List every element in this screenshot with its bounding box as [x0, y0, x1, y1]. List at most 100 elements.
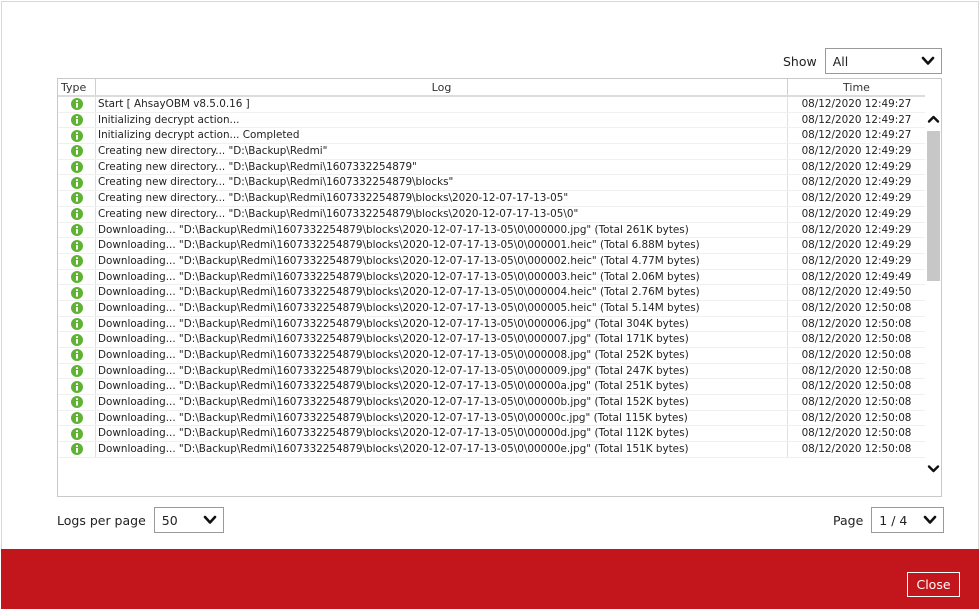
table-row[interactable]: Creating new directory... "D:\Backup\Red…: [58, 191, 925, 207]
column-header-time[interactable]: Time: [788, 79, 925, 96]
row-time-cell: 08/12/2020 12:50:08: [801, 380, 912, 393]
table-row[interactable]: Downloading... "D:\Backup\Redmi\16073322…: [58, 379, 925, 396]
table-row[interactable]: Start [ AhsayOBM v8.5.0.16 ] 08/12/2020 1…: [58, 97, 925, 113]
table-row[interactable]: Downloading... "D:\Backup\Redmi\16073322…: [58, 222, 925, 239]
row-time-cell: 08/12/2020 12:49:29: [801, 207, 912, 220]
row-log-cell: Downloading... "D:\Backup\Redmi\16073322…: [96, 442, 788, 457]
row-type-cell: [58, 206, 96, 222]
row-time-cell: 08/12/2020 12:50:08: [801, 427, 912, 440]
row-time-cell: 08/12/2020 12:50:08: [801, 364, 912, 377]
info-icon: [70, 365, 83, 378]
row-type-cell: [58, 410, 96, 426]
row-time-cell: 08/12/2020 12:50:08: [801, 443, 912, 456]
row-type-cell: [58, 97, 96, 112]
pagination: Page 1 / 4: [833, 507, 945, 533]
row-time-cell: 08/12/2020 12:50:08: [801, 317, 912, 330]
show-label: Show: [783, 53, 817, 69]
row-log-cell: Downloading... "D:\Backup\Redmi\16073322…: [96, 426, 788, 442]
table-row[interactable]: Downloading... "D:\Backup\Redmi\16073322…: [58, 442, 925, 458]
show-dropdown[interactable]: All: [824, 48, 942, 74]
table-row[interactable]: Downloading... "D:\Backup\Redmi\16073322…: [58, 332, 925, 348]
table-row[interactable]: Downloading... "D:\Backup\Redmi\16073322…: [58, 285, 925, 301]
table-row[interactable]: Downloading... "D:\Backup\Redmi\16073322…: [58, 238, 925, 254]
scrollbar-thumb[interactable]: [927, 131, 940, 281]
row-log-cell: Creating new directory... "D:\Backup\Red…: [96, 159, 788, 175]
table-row[interactable]: Creating new directory... "D:\Backup\Red…: [58, 206, 925, 223]
table-row[interactable]: Downloading... "D:\Backup\Redmi\16073322…: [58, 363, 925, 380]
table-body: Start [ AhsayOBM v8.5.0.16 ] 08/12/2020 1…: [58, 97, 925, 458]
table-header: Type Log Time: [58, 79, 925, 96]
table-row[interactable]: Creating new directory... "D:\Backup\Red…: [58, 144, 925, 160]
row-time-cell: 08/12/2020 12:50:08: [801, 301, 912, 314]
scroll-up-icon[interactable]: [927, 113, 940, 126]
table-row[interactable]: Downloading... "D:\Backup\Redmi\16073322…: [58, 316, 925, 333]
table-row[interactable]: Creating new directory... "D:\Backup\Red…: [58, 159, 925, 176]
row-log-cell: Downloading... "D:\Backup\Redmi\16073322…: [96, 410, 788, 426]
info-icon: [70, 333, 83, 346]
row-log-cell: Downloading... "D:\Backup\Redmi\16073322…: [96, 253, 788, 269]
row-time-cell: 08/12/2020 12:49:27: [801, 129, 912, 142]
row-time-cell: 08/12/2020 12:49:29: [801, 192, 912, 205]
row-type-cell: [58, 253, 96, 269]
row-log-cell: Downloading... "D:\Backup\Redmi\16073322…: [96, 238, 788, 253]
row-log-cell: Downloading... "D:\Backup\Redmi\16073322…: [96, 363, 788, 379]
row-time-cell: 08/12/2020 12:49:29: [801, 239, 912, 252]
info-icon: [70, 286, 83, 299]
table-row[interactable]: Downloading... "D:\Backup\Redmi\16073322…: [58, 395, 925, 411]
column-header-type[interactable]: Type: [58, 79, 96, 96]
info-icon: [70, 412, 83, 425]
table-row[interactable]: Downloading... "D:\Backup\Redmi\16073322…: [58, 253, 925, 270]
row-type-cell: [58, 238, 96, 253]
row-time-cell: 08/12/2020 12:50:08: [801, 333, 912, 346]
info-icon: [70, 396, 83, 409]
table-row[interactable]: Downloading... "D:\Backup\Redmi\16073322…: [58, 348, 925, 364]
info-icon: [70, 427, 83, 440]
info-icon: [70, 380, 83, 393]
info-icon: [70, 176, 83, 189]
info-icon: [70, 114, 83, 127]
column-header-log[interactable]: Log: [96, 79, 788, 96]
row-time-cell: 08/12/2020 12:49:27: [801, 98, 912, 110]
row-log-cell: Start [ AhsayOBM v8.5.0.16 ]: [96, 97, 788, 112]
info-icon: [70, 161, 83, 174]
table-row[interactable]: Downloading... "D:\Backup\Redmi\16073322…: [58, 269, 925, 286]
table-row[interactable]: Creating new directory... "D:\Backup\Red…: [58, 175, 925, 192]
logs-per-page-dropdown[interactable]: 50: [153, 507, 224, 533]
scroll-down-icon[interactable]: [927, 462, 940, 475]
row-type-cell: [58, 175, 96, 191]
row-time-cell: 08/12/2020 12:50:08: [801, 349, 912, 361]
row-log-cell: Downloading... "D:\Backup\Redmi\16073322…: [96, 316, 788, 332]
row-log-cell: Downloading... "D:\Backup\Redmi\16073322…: [96, 379, 788, 395]
logs-per-page-label: Logs per page: [57, 512, 146, 528]
close-button[interactable]: Close: [907, 572, 960, 597]
page-dropdown[interactable]: 1 / 4: [871, 507, 945, 533]
page-label: Page: [833, 512, 864, 528]
vertical-scrollbar[interactable]: [925, 79, 941, 496]
table-row[interactable]: Initializing decrypt action... Completed…: [58, 128, 925, 145]
row-log-cell: Creating new directory... "D:\Backup\Red…: [96, 191, 788, 206]
show-filter: Show All: [783, 48, 942, 74]
info-icon: [70, 255, 83, 268]
row-time-cell: 08/12/2020 12:49:29: [801, 254, 912, 267]
info-icon: [70, 349, 83, 362]
row-time-cell: 08/12/2020 12:49:29: [801, 160, 912, 173]
row-time-cell: 08/12/2020 12:49:49: [801, 270, 912, 283]
row-time-cell: 08/12/2020 12:50:08: [801, 411, 912, 424]
table-row[interactable]: Downloading... "D:\Backup\Redmi\16073322…: [58, 426, 925, 443]
table-row[interactable]: Downloading... "D:\Backup\Redmi\16073322…: [58, 410, 925, 427]
row-type-cell: [58, 363, 96, 379]
table-row[interactable]: Downloading... "D:\Backup\Redmi\16073322…: [58, 300, 925, 317]
dialog-action-bar: Close: [1, 549, 979, 609]
row-log-cell: Downloading... "D:\Backup\Redmi\16073322…: [96, 222, 788, 238]
row-log-cell: Downloading... "D:\Backup\Redmi\16073322…: [96, 348, 788, 363]
table-row[interactable]: Initializing decrypt action... 08/12/2020…: [58, 112, 925, 129]
row-type-cell: [58, 159, 96, 175]
row-log-cell: Downloading... "D:\Backup\Redmi\16073322…: [96, 285, 788, 300]
row-time-cell: 08/12/2020 12:49:50: [801, 286, 912, 299]
chevron-down-icon: [923, 515, 937, 524]
row-log-cell: Creating new directory... "D:\Backup\Red…: [96, 175, 788, 191]
info-icon: [70, 302, 83, 315]
row-type-cell: [58, 222, 96, 238]
row-type-cell: [58, 442, 96, 457]
row-type-cell: [58, 285, 96, 300]
